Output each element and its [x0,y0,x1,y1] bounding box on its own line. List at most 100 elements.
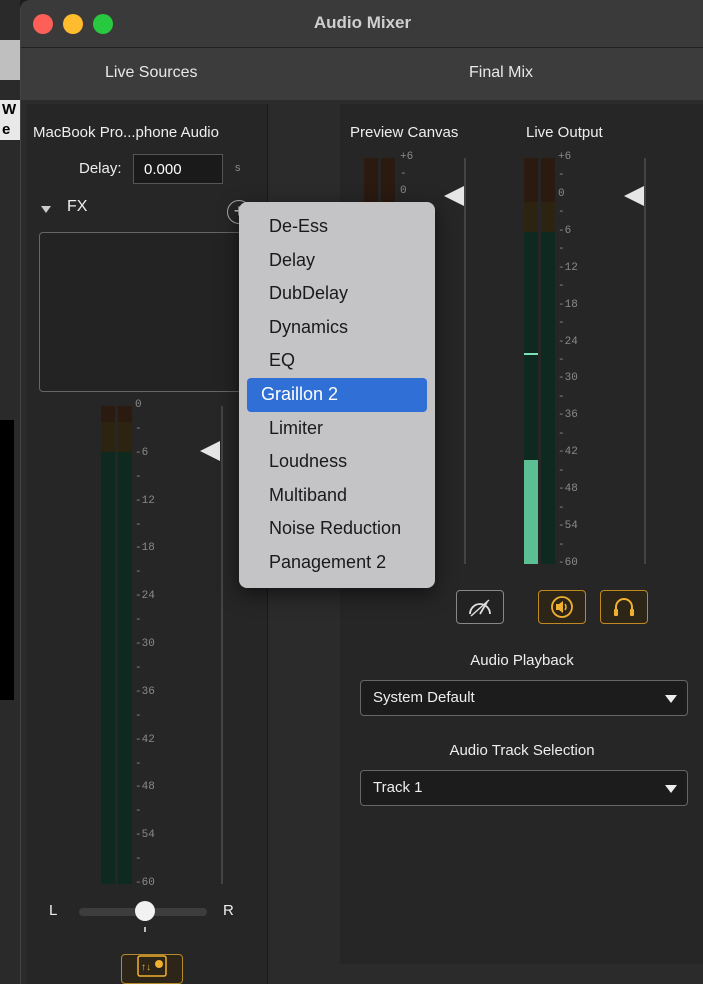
fx-menu-item-panagement-2[interactable]: Panagement 2 [247,546,427,580]
meter-tick-label: +6 [558,151,572,163]
audio-playback-label: Audio Playback [470,652,574,669]
fx-menu-item-delay[interactable]: Delay [247,244,427,278]
meter-red-zone [541,158,555,202]
fx-label: FX [67,198,88,215]
fx-menu-item-multiband[interactable]: Multiband [247,479,427,513]
meter-tick-label: -48 [135,781,155,794]
meter-tick-label: -24 [135,590,155,603]
fx-menu-item-noise-reduction[interactable]: Noise Reduction [247,512,427,546]
audio-track-select[interactable]: Track 1 [360,770,688,806]
source-meter-left-channel [101,406,115,884]
live-meter-left-channel [524,158,538,564]
source-fader-track[interactable] [221,406,223,884]
meter-green-zone [541,232,555,564]
meter-tick-label: - [558,538,565,551]
mixer-settings-icon: ↑↓ [137,955,167,977]
delay-label: Delay: [79,160,122,177]
meter-tick-label: - [135,470,142,483]
meter-tick-label: -42 [135,733,155,746]
fx-menu-item-dubdelay[interactable]: DubDelay [247,277,427,311]
meter-red-zone [524,158,538,202]
meter-tick-label: -54 [135,829,155,842]
live-fader-knob[interactable] [624,186,644,206]
desktop-background: W e [0,0,20,984]
preview-meter-toggle-button[interactable] [456,590,504,624]
live-meter-level [524,460,538,564]
meter-tick-label: -24 [558,335,578,348]
meter-tick-label: - [135,518,142,531]
desktop-fragment [0,40,20,80]
preview-fader-knob[interactable] [444,186,464,206]
chevron-down-icon [665,695,677,703]
meter-tick-label: -30 [558,372,578,385]
meter-tick-label: - [558,317,565,330]
meter-tick-label: - [135,805,142,818]
meter-tick-label: 0 [135,399,142,411]
headphones-icon [614,598,634,616]
meter-tick-label: -18 [135,542,155,555]
meter-yellow-zone [541,202,555,232]
preview-fader-track[interactable] [464,158,466,564]
delay-unit: s [235,162,241,174]
chevron-down-icon [665,785,677,793]
meter-tick-label: -42 [558,446,578,459]
title-bar: Audio Mixer [21,0,703,48]
pan-left-label: L [49,902,58,919]
fx-menu-item-limiter[interactable]: Limiter [247,412,427,446]
meter-tick-label: - [558,243,565,256]
meter-tick-label: - [135,614,142,627]
mixer-settings-button[interactable]: ↑↓ [121,954,183,984]
fx-list [39,232,261,392]
fx-menu-item-loudness[interactable]: Loudness [247,445,427,479]
meter-tick-label: -54 [558,520,578,533]
live-meter-right-channel [541,158,555,564]
meter-tick-label: - [558,280,565,293]
meter-tick-label: -18 [558,298,578,311]
preview-canvas-label: Preview Canvas [350,124,459,141]
meter-yellow-zone [524,202,538,232]
audio-playback-select[interactable]: System Default [360,680,688,716]
speaker-monitor-button[interactable] [538,590,586,624]
audio-playback-value: System Default [373,689,475,706]
source-fader-knob[interactable] [200,441,220,461]
source-panel: MacBook Pro...phone Audio Delay: s FX + … [27,104,268,984]
meter-green-zone [101,452,115,884]
meter-tick-label: - [400,168,407,180]
meter-red-zone [101,406,115,422]
fx-menu-item-graillon-2[interactable]: Graillon 2 [247,377,427,412]
audio-track-value: Track 1 [373,779,423,796]
gauge-icon [469,599,491,617]
meter-tick-label: +6 [400,151,414,163]
meter-tick-label: -12 [135,494,155,507]
window-title: Audio Mixer [313,13,412,32]
pan-slider-knob[interactable] [135,901,155,921]
meter-tick-label: 0 [400,185,407,197]
meter-tick-label: - [135,757,142,770]
speaker-icon [551,596,573,618]
meter-tick-label: - [558,501,565,514]
meter-tick-label: - [135,566,142,579]
tab-live-sources[interactable]: Live Sources [105,64,198,82]
desktop-fragment-dark [0,420,14,700]
meter-tick-label: - [558,427,565,440]
meter-tick-label: -6 [135,446,149,459]
fx-menu-item-eq[interactable]: EQ [247,344,427,378]
delay-input[interactable] [133,154,223,184]
headphones-monitor-button[interactable] [600,590,648,624]
fx-disclosure-triangle-icon[interactable] [41,206,51,213]
live-output-label: Live Output [526,124,603,141]
fx-menu-item-de-ess[interactable]: De-Ess [247,210,427,244]
meter-tick-label: - [135,709,142,722]
audio-track-selection-label: Audio Track Selection [449,742,595,759]
meter-tick-label: -6 [558,224,572,237]
meter-tick-label: -36 [558,409,578,422]
fx-menu-item-dynamics[interactable]: Dynamics [247,311,427,345]
tab-final-mix[interactable]: Final Mix [469,64,533,82]
live-fader-track[interactable] [644,158,646,564]
meter-tick-label: - [135,853,142,866]
meter-red-zone [118,406,132,422]
meter-tick-label: -36 [135,685,155,698]
meter-tick-label: - [558,169,565,182]
meter-tick-label: -60 [558,557,578,569]
meter-tick-label: - [558,354,565,366]
